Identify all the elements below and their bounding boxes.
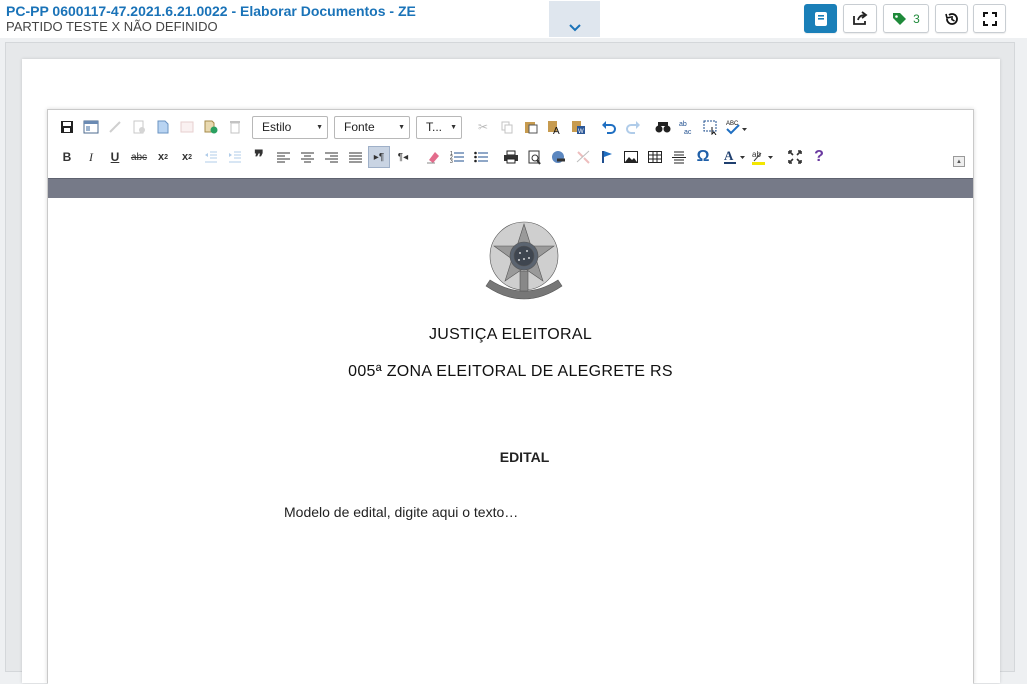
svg-text:ac: ac [684, 129, 692, 135]
tags-button[interactable]: 3 [883, 4, 929, 33]
horizontal-line-icon[interactable] [668, 146, 690, 168]
document-body-text[interactable]: Modelo de edital, digite aqui o texto… [284, 504, 518, 520]
brush-icon[interactable] [104, 116, 126, 138]
size-select-label: T... [426, 120, 443, 134]
superscript-icon[interactable]: x2 [176, 146, 198, 168]
collapse-toolbar-button[interactable]: ▲ [953, 156, 965, 167]
paste-word-icon[interactable]: W [568, 116, 590, 138]
new-document-icon[interactable] [152, 116, 174, 138]
font-select-label: Fonte [344, 120, 375, 134]
blockquote-icon[interactable]: ❞ [248, 146, 270, 168]
replace-icon[interactable]: ab ac [676, 116, 698, 138]
table-icon[interactable] [644, 146, 666, 168]
justify-icon[interactable] [344, 146, 366, 168]
top-bar: PC-PP 0600117-47.2021.6.21.0022 - Elabor… [0, 0, 1027, 38]
document-heading: EDITAL [499, 449, 550, 465]
numbered-list-icon[interactable]: 123 [446, 146, 468, 168]
image-icon[interactable] [620, 146, 642, 168]
indent-icon[interactable] [224, 146, 246, 168]
print-icon[interactable] [500, 146, 522, 168]
chevron-down-icon: ▼ [450, 123, 457, 131]
remove-format-icon[interactable] [422, 146, 444, 168]
link-icon[interactable] [548, 146, 570, 168]
subscript-icon[interactable]: x2 [152, 146, 174, 168]
style-select-label: Estilo [262, 120, 292, 134]
outdent-icon[interactable] [200, 146, 222, 168]
cut-icon[interactable]: ✂ [472, 116, 494, 138]
document-button[interactable] [804, 4, 837, 33]
share-icon [853, 11, 868, 25]
spellcheck-icon[interactable]: ABC [724, 116, 750, 138]
ltr-direction-icon[interactable]: ▸¶ [368, 146, 390, 168]
chevron-down-icon [568, 24, 581, 32]
size-select[interactable]: T... ▼ [416, 115, 462, 139]
history-button[interactable] [935, 4, 968, 33]
svg-text:ab: ab [679, 121, 687, 128]
text-color-icon[interactable]: A [722, 146, 748, 168]
bullet-list-icon[interactable] [470, 146, 492, 168]
book-icon [814, 11, 827, 26]
approve-document-icon[interactable] [200, 116, 222, 138]
strikethrough-icon[interactable]: abc [128, 146, 150, 168]
share-button[interactable] [843, 4, 877, 33]
special-char-icon[interactable]: Ω [692, 146, 714, 168]
redo-icon[interactable] [622, 116, 644, 138]
tag-count: 3 [913, 11, 920, 26]
font-select[interactable]: Fonte ▼ [334, 115, 410, 139]
svg-text:W: W [578, 129, 584, 135]
toolbar-row-1: Estilo ▼ Fonte ▼ T... ▼ ✂ A W ab ac ABC [56, 115, 752, 139]
template-icon[interactable] [80, 116, 102, 138]
underline-icon[interactable]: U [104, 146, 126, 168]
rich-text-editor: Estilo ▼ Fonte ▼ T... ▼ ✂ A W ab ac ABC B I … [47, 109, 974, 684]
institution-line: JUSTIÇA ELEITORAL [428, 326, 593, 343]
unlink-icon[interactable] [572, 146, 594, 168]
find-icon[interactable] [652, 116, 674, 138]
fullscreen-button[interactable] [973, 4, 1006, 33]
bold-icon[interactable]: B [56, 146, 78, 168]
document-settings-icon[interactable] [128, 116, 150, 138]
zone-line: 005ª ZONA ELEITORAL DE ALEGRETE RS [348, 363, 673, 380]
undo-icon[interactable] [598, 116, 620, 138]
paste-icon[interactable] [520, 116, 542, 138]
align-right-icon[interactable] [320, 146, 342, 168]
align-center-icon[interactable] [296, 146, 318, 168]
fullscreen-icon [982, 11, 997, 26]
chevron-down-icon: ▼ [398, 123, 405, 131]
maximize-icon[interactable] [784, 146, 806, 168]
highlight-color-icon[interactable]: ab [750, 146, 776, 168]
page-subtitle: PARTIDO TESTE X NÃO DEFINIDO [6, 19, 218, 34]
svg-text:A: A [553, 126, 560, 135]
copy-icon[interactable] [496, 116, 518, 138]
editor-toolbar: Estilo ▼ Fonte ▼ T... ▼ ✂ A W ab ac ABC B I … [48, 110, 973, 178]
coat-of-arms-seal [485, 221, 563, 300]
page-title: PC-PP 0600117-47.2021.6.21.0022 - Elabor… [6, 3, 416, 19]
history-icon [944, 12, 958, 25]
rtl-direction-icon[interactable]: ¶◂ [392, 146, 414, 168]
chevron-down-icon: ▼ [316, 123, 323, 131]
svg-text:3: 3 [450, 159, 453, 164]
editor-header-band [48, 178, 973, 198]
svg-text:A: A [724, 149, 734, 163]
save-icon[interactable] [56, 116, 78, 138]
expand-header-button[interactable] [549, 1, 600, 37]
preview-icon[interactable] [176, 116, 198, 138]
style-select[interactable]: Estilo ▼ [252, 115, 328, 139]
select-all-icon[interactable] [700, 116, 722, 138]
toolbar-row-2: B I U abc x2 x2 ❞ ▸¶ ¶◂ 123 Ω A ab ? [56, 146, 832, 168]
italic-icon[interactable]: I [80, 146, 102, 168]
print-preview-icon[interactable] [524, 146, 546, 168]
anchor-icon[interactable] [596, 146, 618, 168]
paste-text-icon[interactable]: A [544, 116, 566, 138]
tags-icon [893, 12, 907, 25]
trash-icon[interactable] [224, 116, 246, 138]
align-left-icon[interactable] [272, 146, 294, 168]
document-body[interactable]: JUSTIÇA ELEITORAL 005ª ZONA ELEITORAL DE… [48, 198, 973, 684]
help-icon[interactable]: ? [808, 146, 830, 168]
